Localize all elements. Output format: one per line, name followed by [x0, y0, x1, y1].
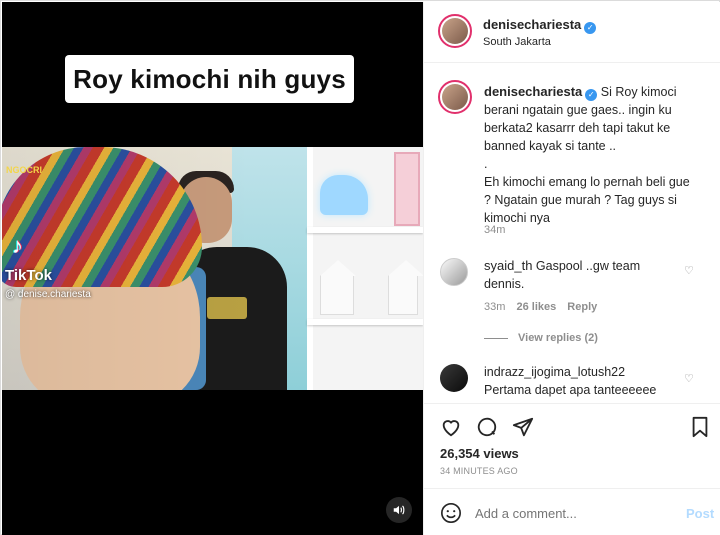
comment-text: dennis. — [484, 277, 525, 291]
caption-line: kimochi nya — [484, 211, 550, 225]
caption-line: berani ngatain gue gaes.. ingin ku — [484, 103, 672, 117]
comment-input[interactable] — [475, 503, 665, 523]
background-sign: NGOCRI — [6, 165, 42, 175]
heart-icon[interactable] — [440, 416, 462, 438]
view-replies-label[interactable]: View replies (2) — [518, 332, 598, 344]
comment-text: Gaspool ..gw team — [535, 259, 641, 273]
verified-icon: ✓ — [584, 22, 597, 34]
comment-meta: 33m 26 likes Reply — [484, 301, 597, 313]
commenter-avatar[interactable] — [440, 258, 468, 286]
emoji-icon[interactable] — [440, 502, 462, 524]
comment-like-icon[interactable]: ♡ — [684, 264, 694, 277]
post-modal: NGOCRI Roy kimochi nih guys ♪ TikTok @ d… — [0, 0, 720, 535]
post-caption: denisechariesta ✓ Si Roy kimoci berani ng… — [484, 83, 714, 227]
comment-like-icon[interactable]: ♡ — [684, 372, 694, 385]
share-icon[interactable] — [512, 416, 534, 438]
comment: syaid_th Gaspool ..gw team dennis. — [484, 257, 684, 293]
post-actions: 26,354 views 34 MINUTES AGO — [424, 403, 720, 483]
comment-time: 33m — [484, 301, 506, 313]
author-username[interactable]: denisechariesta — [483, 17, 581, 32]
post-button[interactable]: Post — [686, 506, 714, 521]
video-player[interactable]: NGOCRI Roy kimochi nih guys ♪ TikTok @ d… — [2, 2, 423, 535]
tiktok-username: @ denise.chariesta — [5, 289, 91, 300]
comment-text: Pertama dapet apa tanteeeeee — [484, 383, 657, 397]
post-timestamp[interactable]: 34 MINUTES AGO — [440, 466, 518, 476]
add-comment-bar: Post — [424, 488, 720, 535]
comment: indrazz_ijogima_lotush22 Pertama dapet a… — [484, 363, 714, 399]
volume-icon — [393, 505, 405, 515]
caption-line: banned kayak si tante .. — [484, 139, 617, 153]
caption-line: . — [484, 157, 488, 171]
caption-line: Si Roy kimoci — [600, 85, 677, 99]
video-frame — [2, 147, 423, 390]
bookmark-icon[interactable] — [690, 416, 710, 438]
caption-line: ? Ngatain gue murah ? Tag guys si — [484, 193, 677, 207]
post-location[interactable]: South Jakarta — [483, 36, 551, 48]
comment-username[interactable]: syaid_th — [484, 258, 532, 273]
post-header: denisechariesta ✓ South Jakarta — [424, 2, 720, 63]
caption-line: Eh kimochi emang lo pernah beli gue — [484, 175, 690, 189]
volume-button[interactable] — [386, 497, 412, 523]
tiktok-logo-icon: ♪ — [12, 233, 23, 258]
caption-line: berkata2 kasarrr deh tapi takut ke — [484, 121, 671, 135]
video-caption-text: Roy kimochi nih guys — [73, 63, 346, 94]
reply-button[interactable]: Reply — [567, 301, 597, 313]
comment-username[interactable]: indrazz_ijogima_lotush22 — [484, 365, 625, 379]
view-replies[interactable]: View replies (2) — [484, 332, 598, 344]
verified-icon: ✓ — [585, 89, 598, 101]
view-count[interactable]: 26,354 views — [440, 446, 519, 461]
video-caption-overlay: Roy kimochi nih guys — [65, 55, 354, 103]
comment-icon[interactable] — [476, 416, 498, 438]
commenter-avatar[interactable] — [440, 364, 468, 392]
post-sidebar: denisechariesta ✓ South Jakarta denisecha… — [423, 2, 720, 535]
comment-likes[interactable]: 26 likes — [516, 301, 556, 313]
author-avatar[interactable] — [438, 14, 472, 48]
vignette — [2, 147, 423, 390]
tiktok-label: TikTok — [5, 267, 52, 284]
caption-avatar[interactable] — [438, 80, 472, 114]
comments-list[interactable]: denisechariesta ✓ Si Roy kimoci berani ng… — [424, 64, 720, 403]
caption-username[interactable]: denisechariesta — [484, 84, 582, 99]
caption-time: 34m — [484, 224, 506, 236]
